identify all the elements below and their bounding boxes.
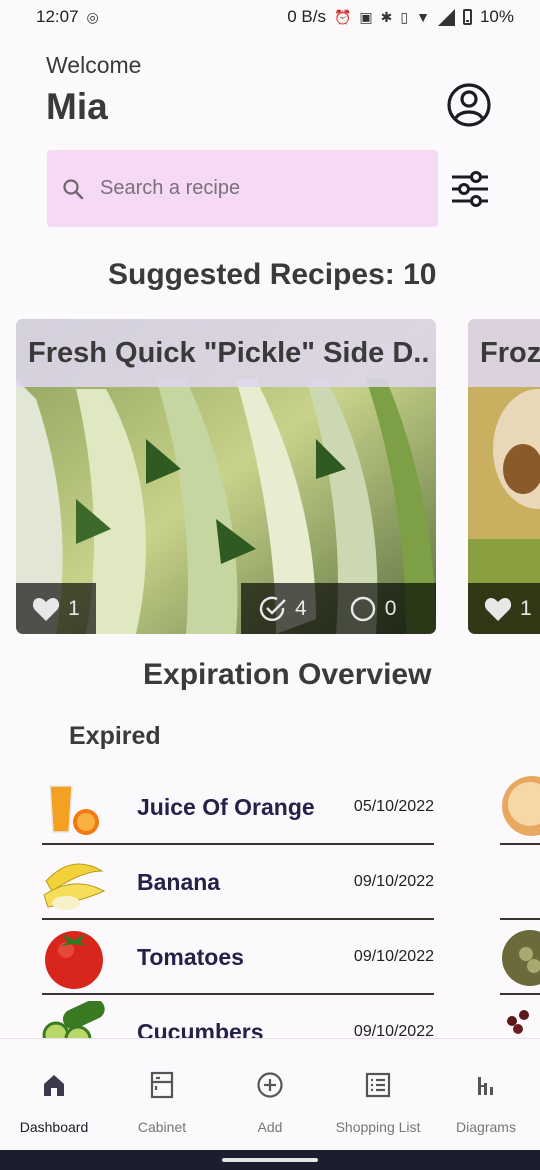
app-screen: 12:07 ◎ 0 B/s ⏰ ▣ ✱ ▯ ▼ 10% Welcome Mia	[0, 0, 540, 1170]
screenshot-icon: ◎	[86, 9, 99, 25]
item-date: 09/10/2022	[353, 948, 434, 965]
list-icon	[365, 1072, 391, 1098]
cast-icon: ▣	[359, 9, 373, 25]
list-item[interactable]: Tomatoes 09/10/2022	[42, 920, 434, 995]
search-bar[interactable]	[47, 150, 438, 227]
item-date: 09/10/2022	[353, 1023, 434, 1038]
bottom-navigation: Dashboard Cabinet Add Shopping List Diag…	[0, 1038, 540, 1150]
list-item[interactable]: Juice Of Orange 05/10/2022	[42, 770, 434, 845]
list-item[interactable]	[500, 995, 540, 1038]
net-speed: 0 B/s	[287, 7, 326, 26]
heart-icon	[484, 597, 512, 621]
heart-icon	[32, 597, 60, 621]
nav-label: Dashboard	[19, 1119, 89, 1135]
list-item[interactable]	[500, 920, 540, 995]
suggested-recipes-title: Suggested Recipes: 10	[108, 258, 437, 291]
banana-icon	[43, 863, 106, 910]
likes-count: 1	[520, 596, 532, 620]
list-item[interactable]: Cucumbers 09/10/2022	[42, 995, 434, 1038]
list-item[interactable]	[500, 845, 540, 920]
recipe-title: Froz	[480, 336, 540, 369]
signal-icon	[437, 8, 455, 26]
nav-item-shopping-list[interactable]: Shopping List	[324, 1039, 432, 1150]
wifi-icon: ▼	[416, 9, 430, 25]
orange-juice-icon	[49, 785, 99, 835]
expiration-overview-title: Expiration Overview	[143, 658, 432, 691]
likes-count: 1	[68, 596, 80, 620]
recipe-title: Fresh Quick "Pickle" Side D..	[28, 336, 430, 369]
add-circle-icon	[257, 1072, 283, 1098]
expired-items-list: Juice Of Orange 05/10/2022 Banana 09/10/…	[42, 770, 434, 1038]
battery-level: 10%	[479, 7, 514, 26]
item-name: Banana	[137, 869, 221, 895]
recipe-card[interactable]: Froz 1	[468, 319, 540, 634]
recipe-title-band: Froz	[468, 319, 540, 387]
battery-icon	[462, 9, 472, 25]
list-item[interactable]: Banana 09/10/2022	[42, 845, 434, 920]
nav-label: Diagrams	[456, 1119, 516, 1135]
food-thumbnail-icon	[502, 930, 540, 986]
nav-item-add[interactable]: Add	[216, 1039, 324, 1150]
recipe-card[interactable]: Fresh Quick "Pickle" Side D.. 1 4 0	[16, 319, 436, 634]
nav-label: Shopping List	[335, 1119, 421, 1135]
item-date: 05/10/2022	[353, 798, 434, 815]
item-name: Tomatoes	[137, 944, 244, 970]
cabinet-icon	[150, 1071, 174, 1099]
next-category-list	[500, 770, 540, 1038]
check-circle-icon	[259, 596, 286, 621]
food-thumbnail-icon	[507, 1010, 529, 1034]
nav-item-dashboard[interactable]: Dashboard	[0, 1039, 108, 1150]
food-thumbnail-icon	[502, 776, 540, 836]
status-time: 12:07	[36, 7, 79, 26]
status-bar: 12:07 ◎ 0 B/s ⏰ ▣ ✱ ▯ ▼ 10%	[0, 0, 540, 34]
welcome-label: Welcome	[46, 52, 142, 78]
bar-chart-icon	[478, 1077, 493, 1095]
done-count: 4	[295, 596, 307, 620]
system-gesture-bar	[0, 1150, 540, 1170]
tomato-icon	[45, 931, 103, 989]
home-gesture-handle[interactable]	[222, 1158, 318, 1162]
item-name: Juice Of Orange	[137, 794, 315, 820]
recipe-title-band: Fresh Quick "Pickle" Side D..	[16, 319, 436, 387]
vibrate-icon: ▯	[400, 9, 409, 25]
account-circle-icon[interactable]	[446, 82, 492, 128]
status-right: 0 B/s ⏰ ▣ ✱ ▯ ▼ 10%	[287, 7, 514, 27]
nav-item-cabinet[interactable]: Cabinet	[108, 1039, 216, 1150]
bluetooth-icon: ✱	[380, 9, 393, 25]
stats-badge: 4 0	[241, 583, 436, 634]
likes-badge: 1	[16, 583, 96, 634]
pending-count: 0	[384, 596, 397, 620]
circle-outline-icon	[350, 596, 375, 621]
cucumber-icon	[42, 1001, 105, 1038]
nav-label: Cabinet	[137, 1119, 187, 1135]
likes-badge: 1	[468, 583, 540, 634]
expired-section-label: Expired	[69, 722, 161, 750]
nav-item-diagrams[interactable]: Diagrams	[432, 1039, 540, 1150]
search-icon	[63, 178, 84, 199]
item-date: 09/10/2022	[353, 873, 434, 890]
list-item[interactable]	[500, 770, 540, 845]
item-name: Cucumbers	[137, 1019, 264, 1038]
search-input[interactable]	[100, 177, 400, 200]
status-left: 12:07 ◎	[36, 7, 99, 27]
nav-label: Add	[257, 1119, 283, 1135]
home-icon	[44, 1075, 64, 1096]
filter-sliders-icon[interactable]	[450, 170, 490, 208]
alarm-icon: ⏰	[333, 9, 352, 25]
user-name: Mia	[46, 86, 108, 127]
